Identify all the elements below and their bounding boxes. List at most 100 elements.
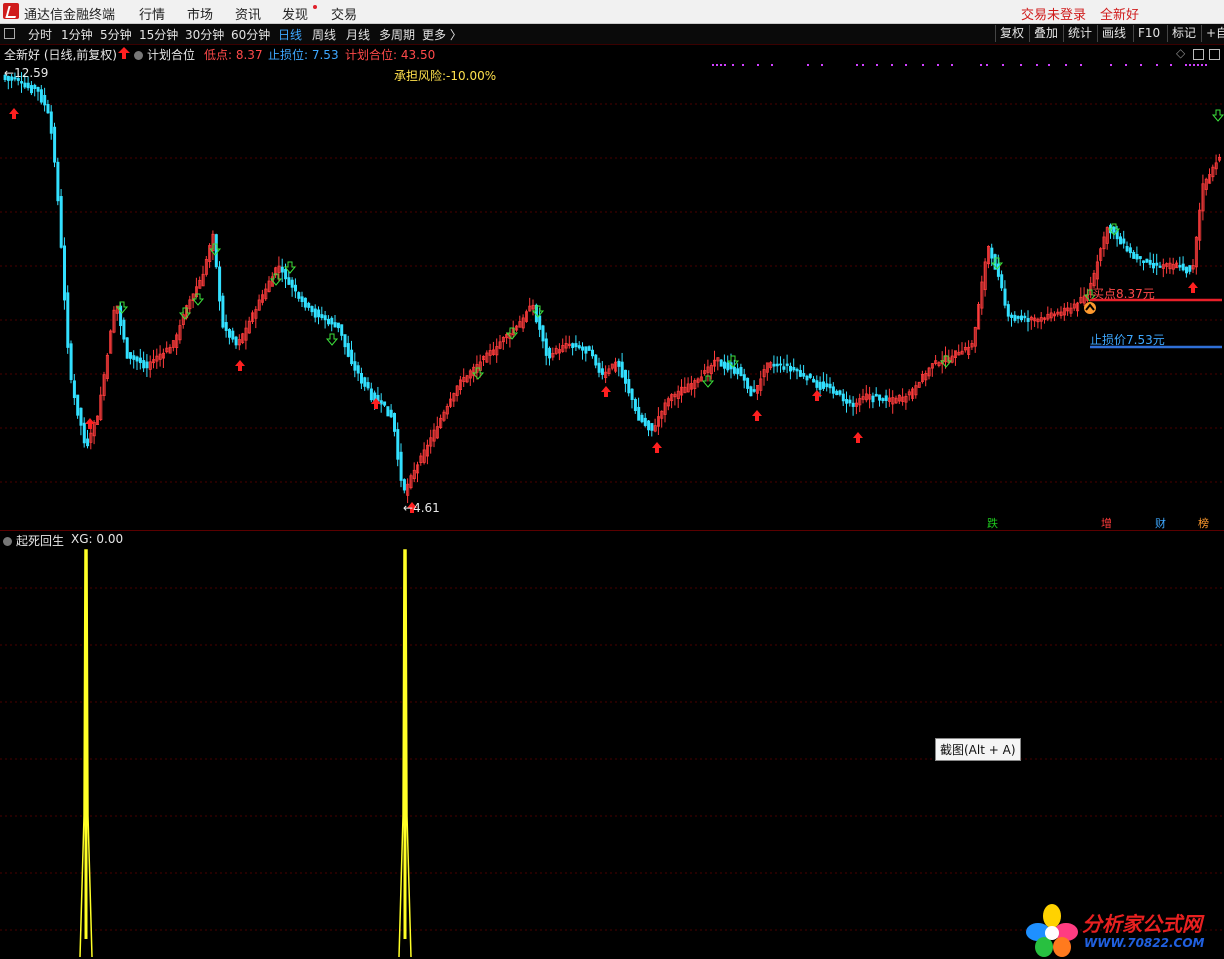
candle-body (630, 388, 634, 400)
candle-body (581, 346, 585, 351)
candle-body (643, 417, 647, 426)
candle-body (224, 322, 228, 331)
candle-body (125, 337, 129, 359)
tab-more[interactable]: 更多 〉 (422, 26, 462, 43)
candle-body (333, 322, 337, 328)
candle-body (544, 338, 548, 356)
marker-dot (757, 64, 759, 66)
candle-body (72, 380, 76, 399)
tab-multi-period[interactable]: 多周期 (379, 26, 415, 43)
candle-body (647, 420, 651, 431)
marker-dot (905, 64, 907, 66)
marker-dot (1205, 64, 1207, 66)
candle-body (851, 402, 855, 407)
candle-body (782, 366, 786, 370)
candle-body (76, 394, 80, 416)
event-tag-increase[interactable]: 增 (1101, 515, 1112, 531)
candlestick-chart[interactable] (0, 46, 1224, 530)
draw-button[interactable]: 画线 (1097, 25, 1130, 42)
candle-body (66, 292, 70, 348)
watermark: 分析家公式网 WWW.70822.COM (1024, 902, 1224, 959)
menu-quotes[interactable]: 行情 (139, 4, 165, 23)
candle-body (822, 381, 826, 389)
candle-body (874, 393, 878, 397)
tab-5min[interactable]: 5分钟 (100, 26, 132, 43)
candle-body (775, 363, 779, 367)
candle-body (785, 363, 789, 366)
candle-body (600, 368, 604, 375)
marker-dot (1201, 64, 1203, 66)
event-tag-list[interactable]: 榜 (1198, 515, 1209, 531)
stats-button[interactable]: 统计 (1063, 25, 1096, 42)
candle-body (617, 360, 621, 367)
marker-dot (1002, 64, 1004, 66)
menu-news[interactable]: 资讯 (235, 4, 261, 23)
marker-dot (1156, 64, 1158, 66)
candle-body (284, 268, 288, 280)
candle-body (218, 266, 222, 302)
marker-dot (742, 64, 744, 66)
candle-body (1010, 314, 1014, 318)
menubar: 通达信金融终端 行情 市场 资讯 发现 交易 交易未登录 全新好 (0, 0, 1224, 24)
candle-body (138, 357, 142, 364)
event-tag-finance[interactable]: 财 (1155, 515, 1166, 531)
candle-body (1013, 314, 1017, 321)
overlay-button[interactable]: 叠加 (1029, 25, 1062, 42)
stop-price-label: 止损价7.53元 (1090, 333, 1165, 347)
add-watchlist-button[interactable]: +自 (1201, 25, 1224, 42)
tab-intraday[interactable]: 分时 (28, 26, 52, 43)
marker-dot (1125, 64, 1127, 66)
menu-trade[interactable]: 交易 (331, 4, 357, 23)
candle-body (742, 374, 746, 381)
candle-body (1023, 315, 1027, 319)
marker-dot (724, 64, 726, 66)
candle-body (1152, 262, 1156, 269)
signal-bar (403, 550, 407, 939)
candle-body (1142, 260, 1146, 264)
max-price-label: ←12.59 (4, 66, 49, 80)
candle-body (303, 297, 307, 308)
red-up-arrow-icon (601, 386, 611, 397)
candle-body (326, 318, 330, 325)
tab-weekly[interactable]: 周线 (312, 26, 336, 43)
candle-body (43, 94, 47, 106)
adjust-button[interactable]: 复权 (995, 25, 1028, 42)
marker-dot (807, 64, 809, 66)
red-up-arrow-icon (9, 108, 19, 119)
min-price-value: 4.61 (413, 501, 440, 515)
tab-60min[interactable]: 60分钟 (231, 26, 270, 43)
menu-market[interactable]: 市场 (187, 4, 213, 23)
candle-body (300, 296, 304, 303)
candle-body (1138, 256, 1142, 259)
candle-body (1135, 253, 1139, 260)
tab-1min[interactable]: 1分钟 (61, 26, 93, 43)
candle-body (594, 354, 598, 366)
red-up-arrow-icon (235, 360, 245, 371)
panel-toggle-icon[interactable] (4, 28, 15, 39)
tab-daily[interactable]: 日线 (278, 26, 302, 43)
candle-body (795, 368, 799, 372)
mark-button[interactable]: 标记 (1167, 25, 1200, 42)
candle-body (732, 366, 736, 374)
period-toolbar: 分时 1分钟 5分钟 15分钟 30分钟 60分钟 日线 周线 月线 多周期 更… (0, 24, 1224, 45)
tab-monthly[interactable]: 月线 (346, 26, 370, 43)
event-tag-drop[interactable]: 跌 (987, 515, 998, 531)
candle-body (330, 317, 334, 325)
candle-body (1158, 265, 1162, 268)
menu-discover[interactable]: 发现 (282, 4, 308, 23)
candle-body (29, 85, 33, 94)
tab-30min[interactable]: 30分钟 (185, 26, 224, 43)
candle-body (620, 361, 624, 378)
candle-body (26, 82, 30, 89)
red-up-arrow-icon (652, 442, 662, 453)
candle-body (584, 346, 588, 354)
candle-body (1188, 265, 1192, 272)
candle-body (736, 368, 740, 375)
marker-dot (856, 64, 858, 66)
stock-name-link[interactable]: 全新好 (1100, 4, 1139, 23)
candle-body (719, 359, 723, 367)
tab-15min[interactable]: 15分钟 (139, 26, 178, 43)
indicator-chart[interactable] (0, 531, 1224, 959)
f10-button[interactable]: F10 (1133, 25, 1164, 42)
login-status-link[interactable]: 交易未登录 (1021, 4, 1086, 23)
